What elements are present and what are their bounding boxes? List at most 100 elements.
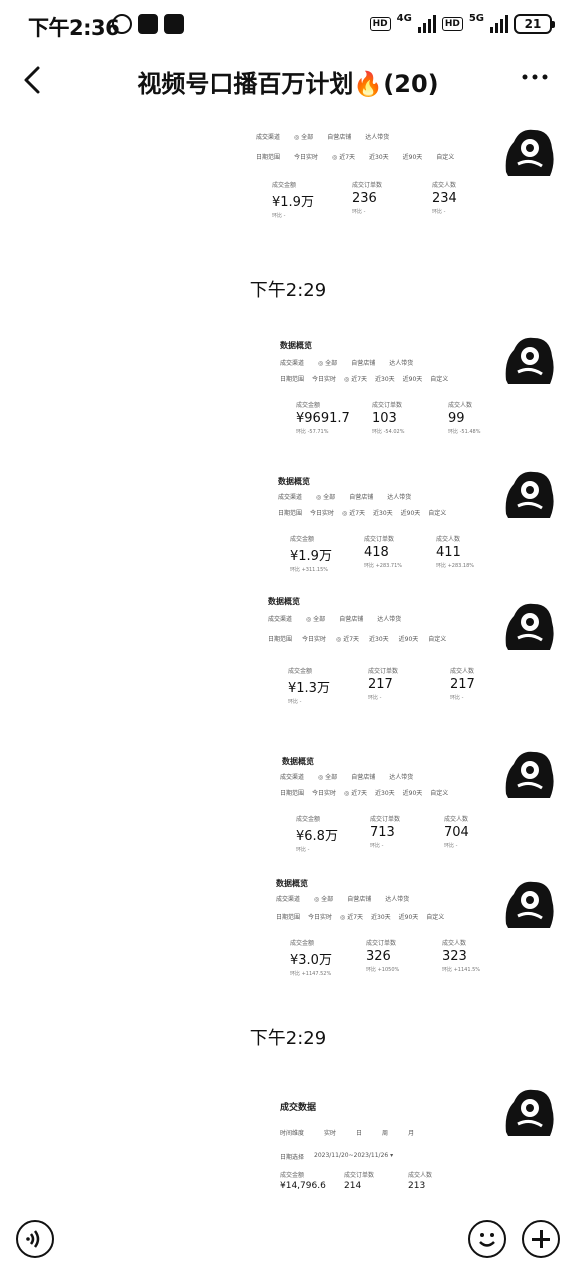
- chat-input-bar: [0, 1206, 576, 1280]
- filter-option: 近30天: [371, 914, 391, 921]
- stat-change: 环比 -: [352, 209, 366, 215]
- filter-option: 达人带货: [365, 134, 390, 141]
- stat-change: 环比 +283.18%: [436, 563, 475, 569]
- image-message[interactable]: 成交渠道 全部 自营店铺 达人带货 日期范围 今日实时 近7天 近30天 近90…: [248, 122, 486, 234]
- image-message[interactable]: 数据概览 成交渠道 全部 自营店铺 达人带货 日期范围 今日实时 近7天 近30…: [258, 592, 490, 728]
- stat-label: 成交订单数: [352, 182, 383, 189]
- stat-change: 环比 -: [368, 695, 382, 701]
- message-title: 数据概览: [276, 879, 308, 888]
- stat-buyers: 成交人数 217 环比 -: [450, 666, 475, 701]
- stat-orders: 成交订单数 326 环比 +1050%: [366, 938, 399, 973]
- image-message[interactable]: 成交数据 时间维度 实时 日 周 月 日期选择 2023/11/20~2023/…: [268, 1088, 486, 1200]
- image-message[interactable]: 数据概览 成交渠道 全部 自营店铺 达人带货 日期范围 今日实时 近7天 近30…: [268, 330, 486, 446]
- status-time: 下午2:36: [28, 16, 120, 40]
- filter-option: 自营店铺: [327, 134, 352, 141]
- avatar[interactable]: [500, 744, 558, 802]
- network-type-label: 5G: [468, 12, 484, 24]
- stat-orders: 成交订单数 214: [344, 1170, 374, 1191]
- stat-change: 环比 -57.71%: [296, 429, 329, 435]
- stat-label: 成交人数: [444, 816, 469, 823]
- filter-option: 自定义: [428, 636, 447, 643]
- filter-label: 日期范围: [280, 790, 305, 797]
- avatar[interactable]: [500, 596, 558, 654]
- stat-value: ¥3.0万: [290, 953, 332, 968]
- stat-label: 成交金额: [272, 182, 297, 189]
- filter-option: 自定义: [428, 510, 447, 517]
- avatar[interactable]: [500, 464, 558, 522]
- filter-option: 近30天: [369, 636, 389, 643]
- avatar[interactable]: [500, 1082, 558, 1140]
- stat-buyers: 成交人数 99 环比 -51.48%: [448, 400, 480, 435]
- image-message[interactable]: 数据概览 成交渠道 全部 自营店铺 达人带货 日期范围 今日实时 近7天 近30…: [266, 870, 486, 984]
- filter-label: 日期范围: [276, 914, 301, 921]
- stat-label: 成交金额: [280, 1172, 305, 1179]
- filter-option: 全部: [314, 894, 333, 903]
- filter-option: 自定义: [436, 154, 455, 161]
- stat-value: 704: [444, 825, 469, 840]
- stat-value: ¥6.8万: [296, 829, 338, 844]
- filter-option: 今日实时: [308, 914, 333, 921]
- filter-option: 自定义: [426, 914, 445, 921]
- voice-icon[interactable]: [16, 1220, 54, 1258]
- filter-option: 达人带货: [389, 774, 414, 781]
- stat-gmv: 成交金额 ¥1.9万 环比 +311.15%: [290, 534, 332, 573]
- hd-badge: HD: [441, 17, 463, 31]
- plus-icon[interactable]: [522, 1220, 560, 1258]
- stat-value: 217: [450, 677, 475, 692]
- stat-label: 成交订单数: [344, 1172, 375, 1179]
- message-title: 成交数据: [280, 1103, 317, 1113]
- stat-orders: 成交订单数 236 环比 -: [352, 180, 382, 215]
- stat-value: 213: [408, 1181, 426, 1191]
- stat-change: 环比 -51.48%: [448, 429, 481, 435]
- filter-option: 自营店铺: [339, 616, 364, 623]
- stat-label: 成交金额: [288, 668, 313, 675]
- filter-label: 日期选择: [280, 1154, 305, 1161]
- stat-label: 成交金额: [296, 816, 321, 823]
- filter-option: 全部: [318, 358, 337, 367]
- stat-label: 成交人数: [436, 536, 461, 543]
- stat-label: 成交订单数: [370, 816, 401, 823]
- stat-change: 环比 +1147.52%: [290, 971, 332, 977]
- stat-label: 成交订单数: [372, 402, 403, 409]
- filter-label: 成交渠道: [276, 896, 301, 903]
- stat-value: 326: [366, 949, 391, 964]
- filter-option: 近30天: [375, 790, 395, 797]
- avatar[interactable]: [500, 122, 558, 180]
- stat-value: 214: [344, 1181, 362, 1191]
- stat-orders: 成交订单数 713 环比 -: [370, 814, 400, 849]
- filter-option: 月: [408, 1130, 415, 1137]
- filter-option: 近30天: [373, 510, 393, 517]
- stat-gmv: 成交金额 ¥9691.7 环比 -57.71%: [296, 400, 350, 435]
- stat-orders: 成交订单数 103 环比 -54.02%: [372, 400, 404, 435]
- filter-label: 日期范围: [278, 510, 303, 517]
- image-message[interactable]: 数据概览 成交渠道 全部 自营店铺 达人带货 日期范围 今日实时 近7天 近30…: [268, 468, 486, 580]
- stat-change: 环比 +1141.5%: [442, 967, 481, 973]
- emoji-icon[interactable]: [468, 1220, 506, 1258]
- stat-label: 成交人数: [442, 940, 467, 947]
- filter-option: 周: [382, 1130, 389, 1137]
- stat-value: 323: [442, 949, 467, 964]
- network-type-label: 4G: [396, 12, 412, 24]
- filter-option: 近30天: [369, 154, 389, 161]
- more-icon[interactable]: [520, 62, 550, 99]
- stat-orders: 成交订单数 418 环比 +283.71%: [364, 534, 402, 569]
- filter-option: 自定义: [430, 790, 449, 797]
- stat-change: 环比 -: [432, 209, 446, 215]
- stat-value: ¥9691.7: [296, 411, 350, 426]
- stat-label: 成交金额: [296, 402, 321, 409]
- stat-change: 环比 -: [444, 843, 458, 849]
- filter-option: 近90天: [398, 636, 419, 643]
- filter-option: 近90天: [400, 510, 421, 517]
- stat-buyers: 成交人数 213: [408, 1170, 432, 1191]
- avatar[interactable]: [500, 330, 558, 388]
- filter-option: 全部: [318, 772, 337, 781]
- filter-option: 自营店铺: [351, 360, 376, 367]
- image-message[interactable]: 数据概览 成交渠道 全部 自营店铺 达人带货 日期范围 今日实时 近7天 近30…: [270, 748, 486, 858]
- chat-message-list[interactable]: 成交渠道 全部 自营店铺 达人带货 日期范围 今日实时 近7天 近30天 近90…: [0, 108, 576, 1206]
- stat-gmv: 成交金额 ¥14,796.6: [280, 1170, 326, 1191]
- avatar[interactable]: [500, 874, 558, 932]
- stat-value: ¥1.9万: [290, 549, 332, 564]
- filter-label: 成交渠道: [280, 360, 305, 367]
- filter-option: 今日实时: [302, 636, 327, 643]
- app-notification-icon: [138, 14, 158, 34]
